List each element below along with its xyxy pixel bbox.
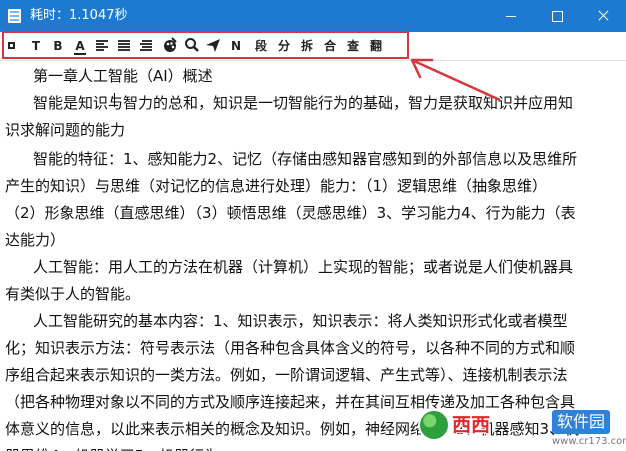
- merge-button[interactable]: 合: [321, 37, 339, 55]
- bold-button[interactable]: B: [50, 37, 66, 55]
- text-line: （把各种物理对象以不同的方式及顺序连接起来，并在其间互相传递及加工各种包含具: [5, 393, 576, 411]
- text-line: 化；知识表示方法：符号表示法（用各种包含具体含义的符号，以各种不同的方式和顺: [5, 339, 576, 357]
- close-button[interactable]: [580, 0, 626, 32]
- translate-button[interactable]: 翻: [367, 37, 385, 55]
- window-title: 耗时：1.1047秒: [30, 8, 128, 23]
- break-apart-button[interactable]: 拆: [298, 37, 316, 55]
- text-line: 识求解问题的能力: [5, 121, 126, 139]
- text-line: 人工智能：用人工的方法在机器（计算机）上实现的智能；或者说是人们使机器具: [33, 258, 574, 276]
- align-justify-icon[interactable]: [140, 40, 152, 51]
- text-line: 体意义的信息，以此来表示相关的概念及知识。例如，神经网络等）2、机器感知3、机: [5, 420, 580, 438]
- send-icon[interactable]: [205, 37, 221, 55]
- text-line: 产生的知识）与思维（对记忆的信息进行处理）能力：（1）逻辑思维（抽象思维）: [5, 177, 548, 195]
- text-line: 达能力）: [5, 231, 66, 249]
- split-button[interactable]: 分: [275, 37, 293, 55]
- text-line: （2）形象思维（直感思维）（3）顿悟思维（灵感思维）3、学习能力4、行为能力（表: [5, 204, 576, 222]
- app-window: 耗时：1.1047秒 T B A N 段 分 拆 合 查 翻 第一章人工智能（A…: [0, 0, 626, 451]
- text-line: 人工智能研究的基本内容：1、知识表示，知识表示：将人类知识形式化或者模型: [33, 312, 568, 330]
- text-line: 序组合起来表示知识的一类方法。例如，一阶谓词逻辑、产生式等）、连接机制表示法: [5, 366, 568, 384]
- text-editor[interactable]: 第一章人工智能（AI）概述 智能是知识与智力的总和，知识是一切智能行为的基础，智…: [0, 61, 618, 451]
- align-center-icon[interactable]: [118, 40, 130, 51]
- search-icon[interactable]: [184, 37, 200, 55]
- square-icon[interactable]: [5, 37, 21, 55]
- n-button[interactable]: N: [228, 37, 244, 55]
- minimize-button[interactable]: [488, 0, 534, 32]
- font-color-button[interactable]: A: [72, 37, 88, 55]
- title-bar[interactable]: 耗时：1.1047秒: [0, 0, 626, 32]
- palette-icon[interactable]: [162, 37, 178, 55]
- text-line: 第一章人工智能（AI）概述: [33, 67, 213, 85]
- font-color-underline: [74, 53, 86, 55]
- text-line: 器思维4、机器学习5、机器行为: [5, 443, 219, 451]
- document-icon: [8, 9, 21, 23]
- maximize-button[interactable]: [534, 0, 580, 32]
- text-cursor: [114, 93, 115, 107]
- text-line: 有类似于人的智能。: [5, 285, 141, 303]
- align-left-icon[interactable]: [96, 40, 108, 51]
- paragraph-button[interactable]: 段: [252, 37, 270, 55]
- text-line: 智能的特征：1、感知能力2、记忆（存储由感知器官感知到的外部信息以及思维所: [33, 150, 578, 168]
- text-button[interactable]: T: [28, 37, 44, 55]
- find-button[interactable]: 查: [344, 37, 362, 55]
